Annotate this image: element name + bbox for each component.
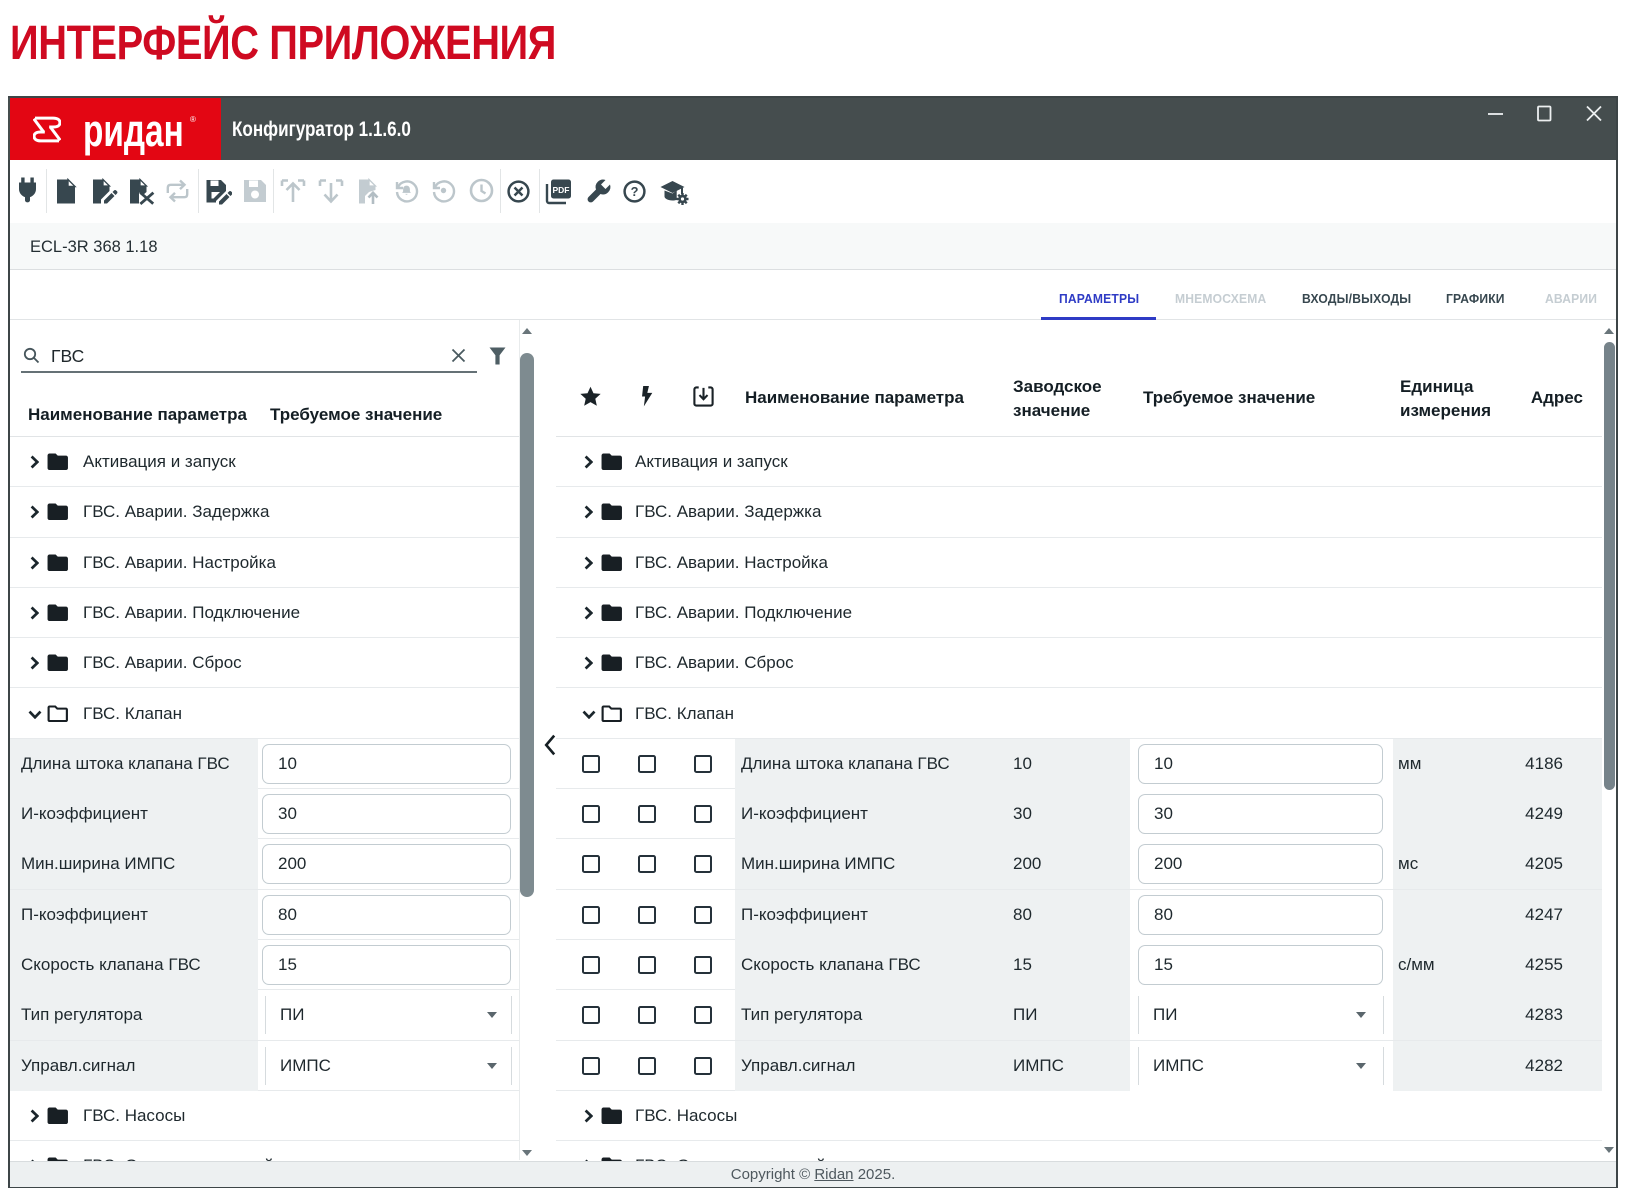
- svg-text:PDF: PDF: [553, 185, 570, 195]
- svg-text:?: ?: [631, 184, 639, 199]
